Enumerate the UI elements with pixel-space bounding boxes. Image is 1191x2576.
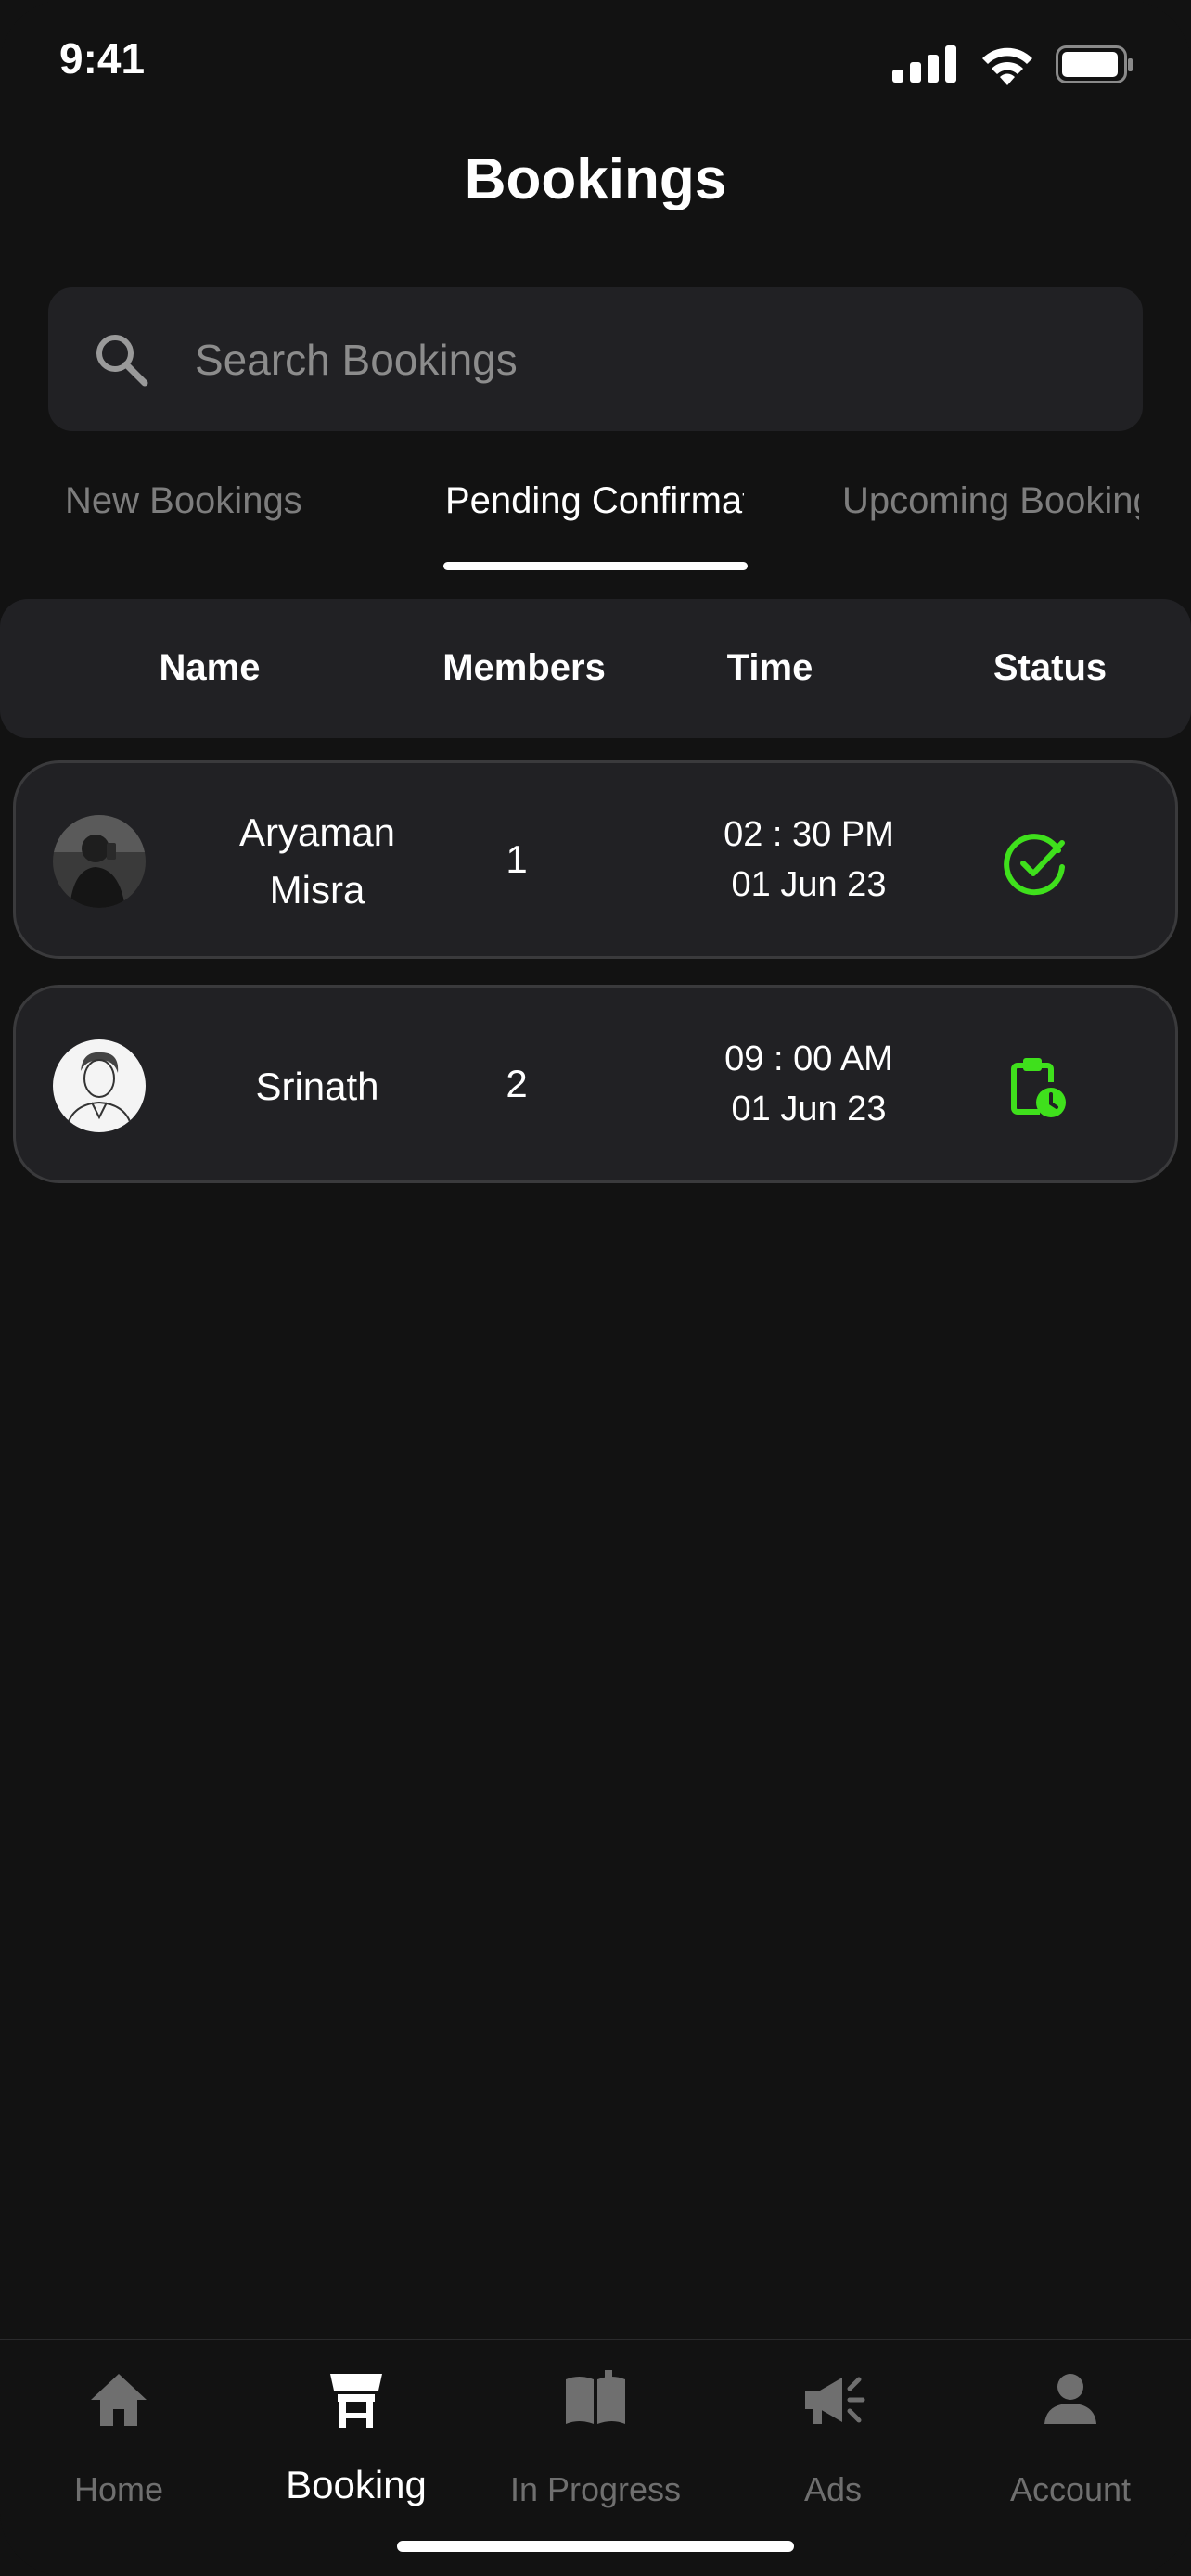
nav-item-ads[interactable]: Ads: [722, 2366, 944, 2515]
nav-label: Home: [73, 2470, 164, 2508]
check-circle-icon: [1004, 834, 1065, 896]
nav-item-account[interactable]: Account: [959, 2366, 1182, 2515]
tab-upcoming-bookings[interactable]: Upcoming Bookings: [842, 480, 1139, 522]
user-icon: [1044, 2374, 1096, 2424]
booking-row[interactable]: Srinath 2 09 : 00 AM 01 Jun 23: [13, 985, 1178, 1183]
megaphone-icon: [805, 2377, 865, 2424]
booking-name: Srinath: [255, 1065, 379, 1108]
signal-icon: [892, 45, 956, 83]
booking-name-line: Misra: [269, 868, 365, 912]
nav-label: In Progress: [509, 2470, 682, 2508]
booking-members: 2: [506, 1062, 528, 1105]
booking-name-line: Aryaman: [238, 810, 396, 854]
nav-item-booking[interactable]: Booking: [245, 2366, 467, 2515]
search-bar[interactable]: [48, 287, 1143, 431]
booking-time: 09 : 00 AM 01 Jun 23: [665, 1034, 953, 1134]
avatar: [53, 815, 146, 908]
booking-row[interactable]: Aryaman Misra 1 02 : 30 PM 01 Jun 23: [13, 760, 1178, 959]
search-input[interactable]: [195, 325, 1085, 395]
column-header-status: Status: [992, 647, 1108, 688]
column-header-time: Time: [726, 647, 813, 688]
booking-members: 1: [506, 837, 528, 881]
booking-time-value: 09 : 00 AM: [724, 1039, 893, 1078]
booking-date-value: 01 Jun 23: [731, 1090, 887, 1129]
home-indicator: [397, 2541, 794, 2552]
wifi-icon: [982, 47, 1032, 85]
active-tab-indicator: [443, 562, 748, 570]
tab-new-bookings[interactable]: New Bookings: [65, 480, 380, 522]
booking-date-value: 01 Jun 23: [731, 865, 887, 904]
booking-tabs: New Bookings Pending Confirmation Upcomi…: [0, 464, 1191, 575]
home-icon: [91, 2374, 147, 2426]
tab-pending-confirmation[interactable]: Pending Confirmation: [445, 480, 744, 522]
nav-label: Ads: [803, 2470, 863, 2508]
app-screen: 9:41 Bookings Search Bookings New Bookin…: [0, 0, 1191, 2576]
clipboard-clock-icon: [1011, 1058, 1066, 1117]
battery-icon: [1056, 45, 1133, 83]
search-icon: [96, 335, 148, 387]
booking-time-value: 02 : 30 PM: [724, 815, 894, 854]
avatar: [53, 1039, 146, 1132]
booking-name: Aryaman Misra: [183, 804, 452, 919]
nav-item-in-progress[interactable]: In Progress: [484, 2366, 707, 2515]
booking-time: 02 : 30 PM 01 Jun 23: [665, 810, 953, 910]
table-header: Name Members Time Status: [0, 599, 1191, 738]
nav-label: Booking: [286, 2463, 427, 2506]
nav-label: Account: [1009, 2470, 1132, 2508]
book-icon: [566, 2370, 625, 2424]
page-title: Bookings: [464, 147, 727, 211]
status-icons: [892, 45, 1133, 85]
nav-item-home[interactable]: Home: [7, 2366, 230, 2515]
column-header-members: Members: [442, 647, 606, 688]
status-bar: 9:41: [0, 0, 1191, 121]
table-icon: [330, 2374, 382, 2428]
column-header-name: Name: [159, 647, 261, 688]
status-time: 9:41: [59, 34, 146, 83]
